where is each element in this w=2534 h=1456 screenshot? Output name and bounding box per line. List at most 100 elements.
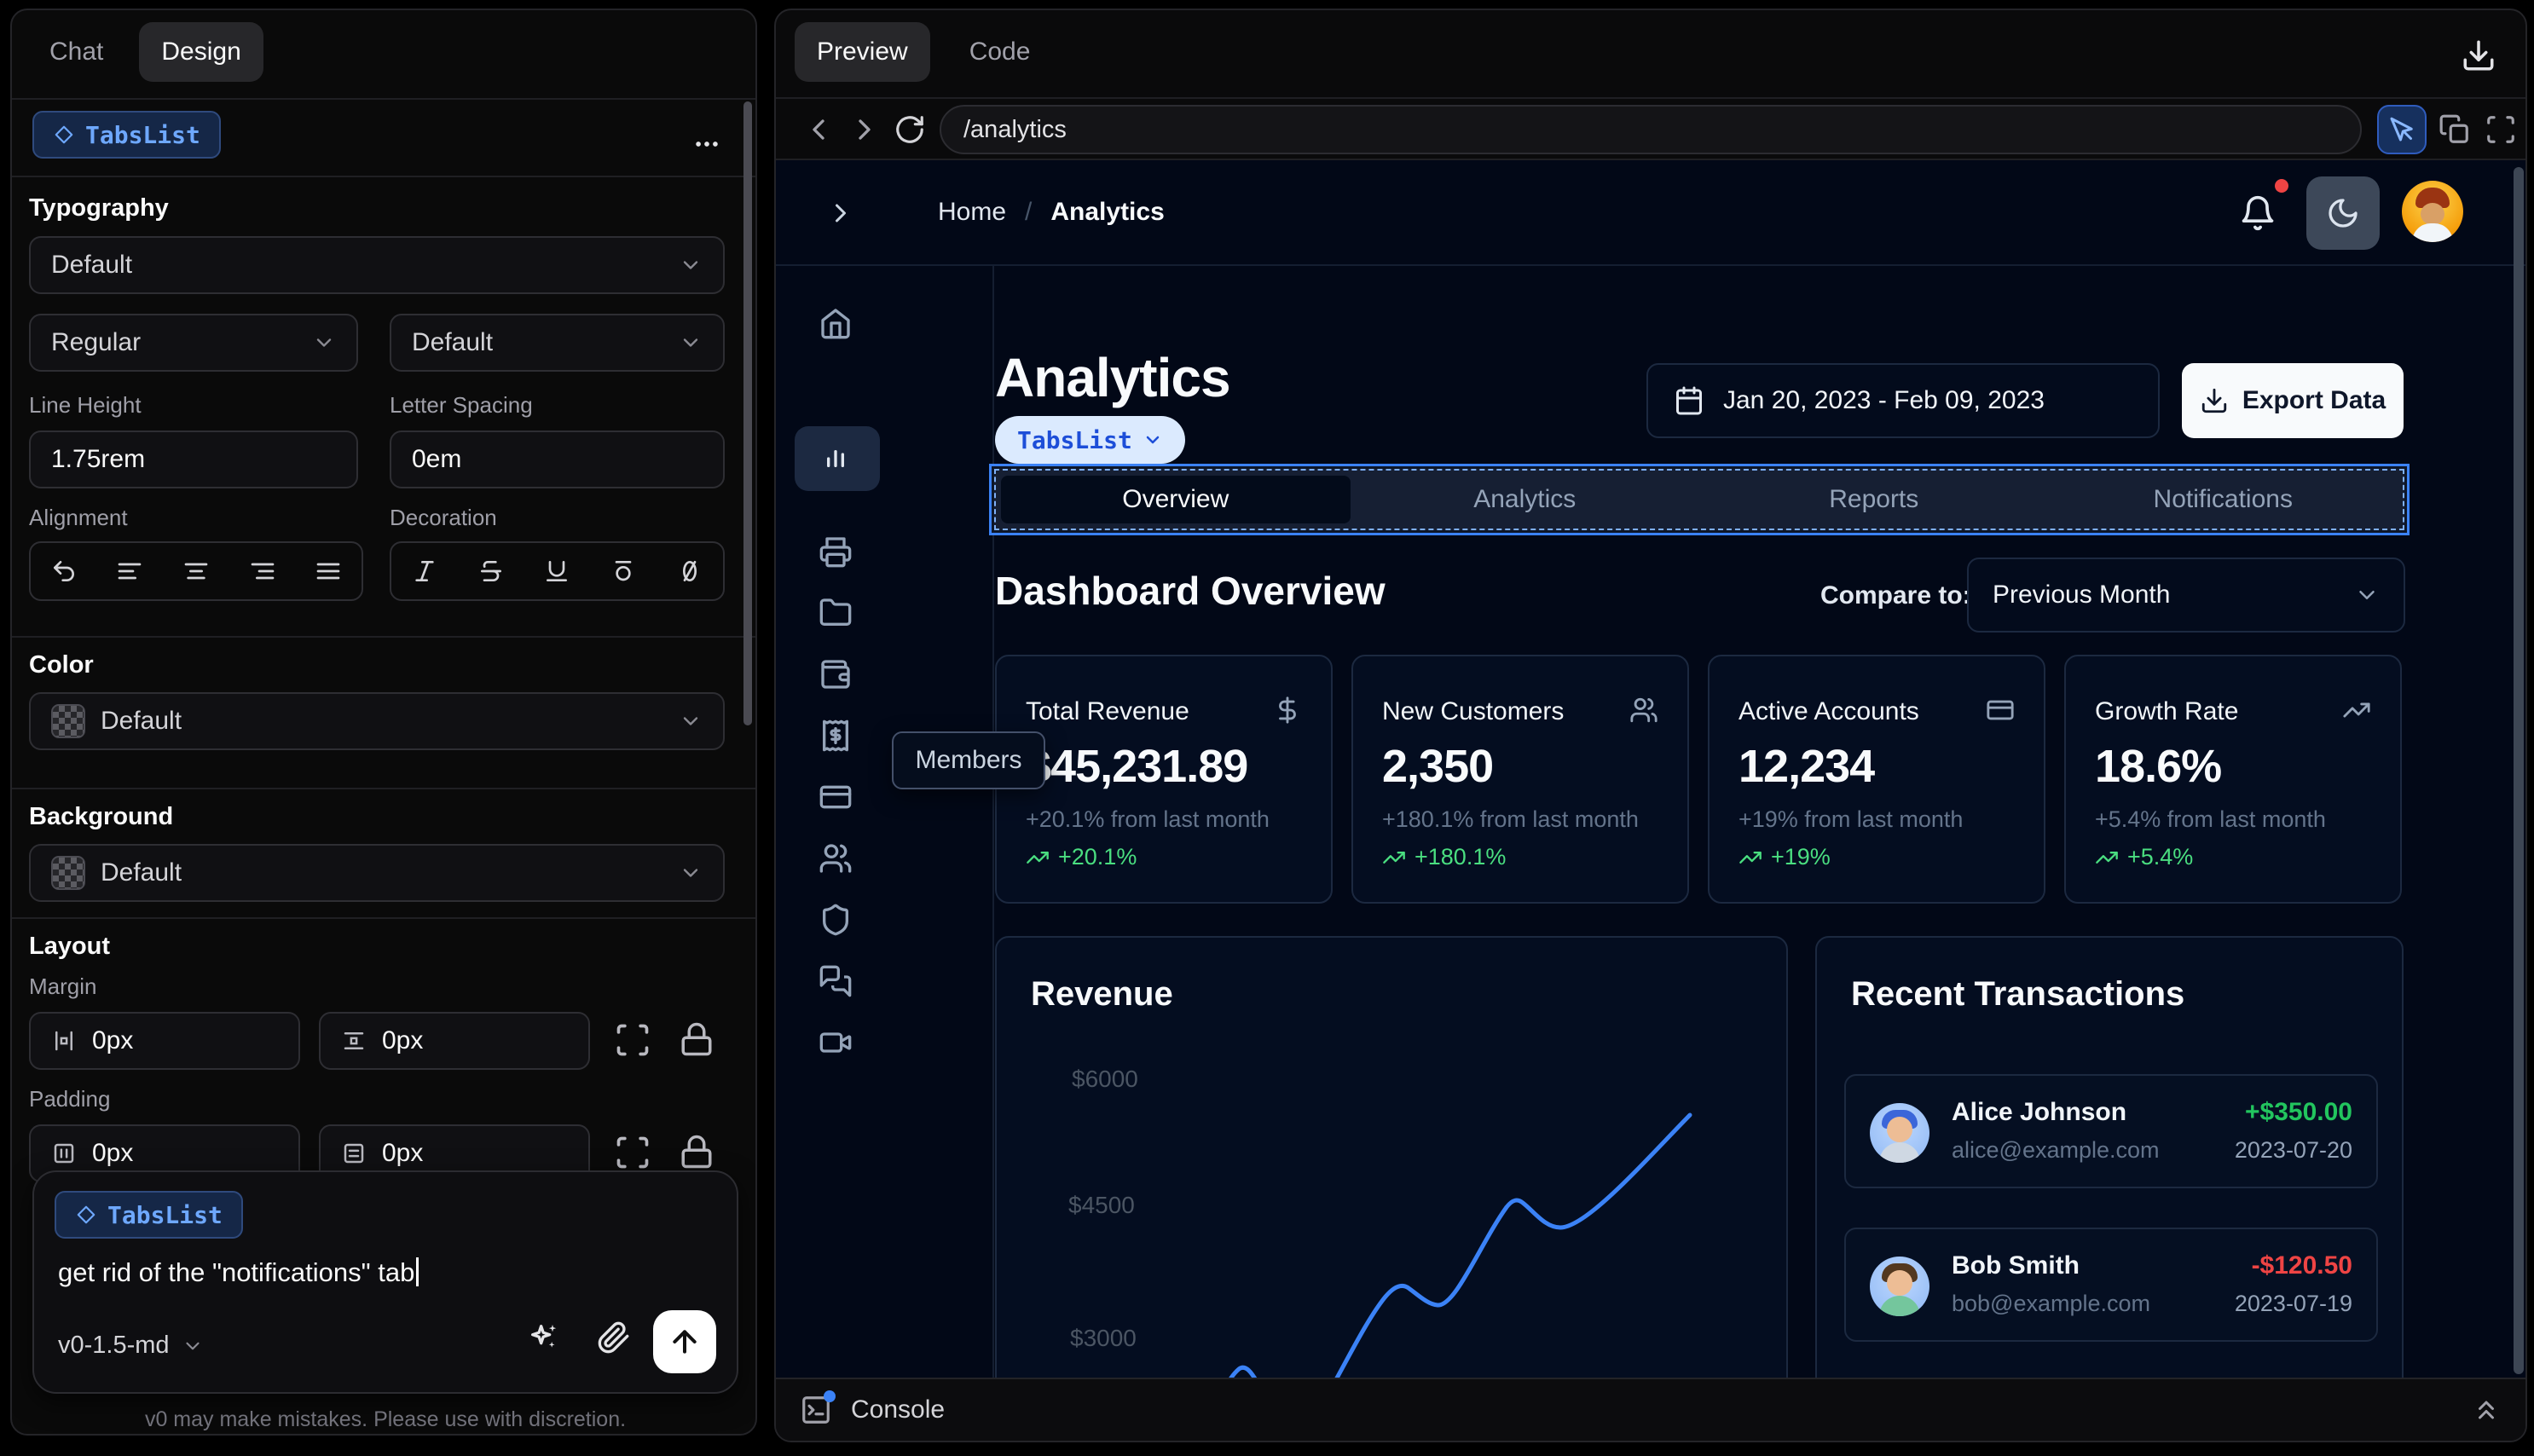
arrow-up-icon — [673, 1330, 697, 1354]
tab-notifications[interactable]: Notifications — [2049, 476, 2398, 523]
console-bar[interactable]: Console — [776, 1378, 2525, 1441]
chevrons-up-icon[interactable] — [2471, 1395, 2502, 1425]
receipt-icon[interactable] — [819, 719, 853, 753]
margin-x-input[interactable]: 0px — [29, 1012, 300, 1070]
chevron-down-icon — [182, 1335, 204, 1357]
margin-lock-icon[interactable] — [679, 1021, 718, 1060]
panel-scrollbar[interactable] — [743, 101, 752, 725]
transaction-amount: +$350.00 — [2245, 1098, 2352, 1126]
date-range-button[interactable]: Jan 20, 2023 - Feb 09, 2023 — [1646, 363, 2160, 438]
sparkles-icon[interactable] — [527, 1320, 561, 1355]
chevron-down-icon — [1146, 436, 1160, 444]
composer-context-chip[interactable]: TabsList — [55, 1191, 243, 1239]
copy-page-icon[interactable] — [2439, 113, 2471, 146]
refresh-icon[interactable] — [894, 113, 926, 146]
printer-icon[interactable] — [819, 534, 853, 569]
font-select[interactable]: Default — [29, 236, 725, 294]
credit-card-icon[interactable] — [819, 780, 853, 814]
send-button[interactable] — [653, 1310, 716, 1373]
align-left-icon[interactable] — [116, 558, 143, 585]
strikethrough-icon[interactable] — [477, 558, 505, 585]
padding-lock-icon[interactable] — [679, 1134, 718, 1173]
wallet-icon[interactable] — [819, 657, 853, 691]
transaction-row[interactable]: Bob Smith bob@example.com -$120.50 2023-… — [1844, 1228, 2378, 1342]
font-weight-select[interactable]: Regular — [29, 314, 358, 372]
breadcrumb-home[interactable]: Home — [938, 198, 1006, 227]
line-height-input[interactable]: 1.75rem — [29, 430, 358, 488]
font-size-value: Default — [412, 328, 494, 356]
avatar[interactable] — [2402, 181, 2463, 242]
badge-label: TabsList — [1017, 425, 1132, 454]
padding-expand-icon[interactable] — [614, 1134, 653, 1173]
tab-analytics[interactable]: Analytics — [1351, 476, 1700, 523]
chevron-down-icon — [679, 709, 703, 733]
design-mode-pointer-icon[interactable] — [2377, 105, 2427, 154]
tab-preview[interactable]: Preview — [795, 22, 930, 82]
forward-icon[interactable] — [848, 113, 882, 147]
background-select[interactable]: Default — [29, 844, 725, 902]
margin-expand-icon[interactable] — [614, 1021, 653, 1060]
messages-icon[interactable] — [819, 964, 853, 998]
diamond-icon — [75, 1204, 97, 1226]
align-center-icon[interactable] — [182, 558, 210, 585]
underline-icon[interactable] — [543, 558, 570, 585]
more-options-icon[interactable] — [692, 130, 721, 159]
letter-spacing-input[interactable]: 0em — [390, 430, 725, 488]
trending-up-icon — [1739, 851, 1762, 864]
shield-icon[interactable] — [819, 903, 853, 937]
analytics-chart-icon[interactable] — [819, 442, 853, 476]
chevron-down-icon — [679, 861, 703, 885]
transaction-amount: -$120.50 — [2251, 1251, 2352, 1280]
stat-value: $45,231.89 — [1026, 741, 1248, 792]
users-icon[interactable] — [819, 841, 853, 875]
download-icon[interactable] — [2461, 38, 2496, 73]
stat-trend: +180.1% — [1382, 844, 1506, 870]
notification-dot — [2275, 179, 2288, 193]
tab-chat[interactable]: Chat — [27, 22, 125, 82]
tab-code[interactable]: Code — [947, 22, 1053, 82]
selected-component-badge[interactable]: TabsList — [995, 416, 1185, 464]
revenue-chart-card: Revenue $6000 $4500 $3000 — [995, 936, 1788, 1381]
compare-label: Compare to: — [1820, 581, 1971, 610]
model-selector[interactable]: v0-1.5-md — [58, 1332, 204, 1360]
url-bar[interactable]: /analytics — [940, 105, 2362, 154]
export-data-button[interactable]: Export Data — [2182, 363, 2404, 438]
app-sidebar-rail — [776, 266, 994, 1381]
tab-design[interactable]: Design — [139, 22, 263, 82]
tab-overview[interactable]: Overview — [1001, 476, 1351, 523]
no-decoration-icon[interactable] — [676, 558, 703, 585]
align-right-icon[interactable] — [249, 558, 276, 585]
transaction-name: Bob Smith — [1952, 1251, 2080, 1280]
color-select[interactable]: Default — [29, 692, 725, 750]
terminal-icon — [800, 1390, 836, 1426]
sidebar-tooltip: Members — [892, 731, 1045, 789]
divider — [12, 98, 755, 100]
transaction-email: alice@example.com — [1952, 1137, 2160, 1163]
bell-icon[interactable] — [2239, 194, 2277, 232]
overline-icon[interactable] — [610, 558, 637, 585]
undo-icon[interactable] — [50, 558, 78, 585]
prompt-composer[interactable]: TabsList get rid of the "notifications" … — [32, 1170, 738, 1394]
app-scrollbar[interactable] — [2514, 167, 2524, 1374]
preview-panel: Preview Code /analytics Home / Analytics… — [774, 9, 2527, 1442]
paperclip-icon[interactable] — [597, 1320, 631, 1355]
fullscreen-icon[interactable] — [2485, 113, 2517, 146]
chevron-down-icon — [679, 253, 703, 277]
stat-value: 12,234 — [1739, 741, 1875, 792]
folder-icon[interactable] — [819, 596, 853, 630]
video-icon[interactable] — [819, 1026, 853, 1060]
prompt-input[interactable]: get rid of the "notifications" tab — [58, 1257, 419, 1288]
tab-reports[interactable]: Reports — [1699, 476, 2049, 523]
align-justify-icon[interactable] — [315, 558, 342, 585]
font-size-select[interactable]: Default — [390, 314, 725, 372]
back-icon[interactable] — [801, 113, 836, 147]
selected-element-badge[interactable]: TabsList — [32, 111, 221, 159]
sidebar-toggle-icon[interactable] — [825, 198, 856, 228]
stat-subtext: +20.1% from last month — [1026, 806, 1270, 832]
compare-select[interactable]: Previous Month — [1967, 558, 2405, 633]
italic-icon[interactable] — [411, 558, 438, 585]
dark-mode-toggle[interactable] — [2306, 176, 2380, 250]
home-icon[interactable] — [819, 306, 853, 340]
transaction-row[interactable]: Alice Johnson alice@example.com +$350.00… — [1844, 1074, 2378, 1188]
margin-y-input[interactable]: 0px — [319, 1012, 590, 1070]
